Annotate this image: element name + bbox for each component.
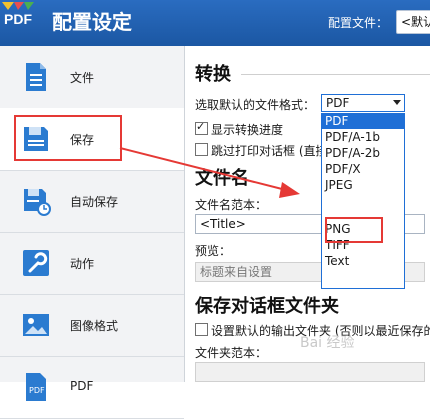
default-folder-checkbox[interactable] (195, 323, 208, 336)
profile-label: 配置文件： (328, 16, 389, 30)
logo-text: PDF (4, 11, 32, 27)
section-title-filename: 文件名 (195, 168, 249, 189)
title-bar: PDF 配置设定 配置文件： <默认 (0, 0, 430, 46)
folder-pattern-label: 文件夹范本： (195, 346, 268, 360)
dropdown-option[interactable]: PDF/A-2b (322, 146, 404, 161)
show-progress-label: 显示转换进度 (211, 123, 284, 137)
annotation-highlight-png (325, 217, 383, 243)
document-icon (20, 61, 52, 93)
sidebar-item-image-format[interactable]: 图像格式 (0, 294, 184, 357)
sidebar-item-label: 自动保存 (70, 195, 119, 209)
dropdown-option[interactable]: PDF (322, 114, 404, 129)
section-divider (241, 74, 430, 75)
format-dropdown-list: PDF PDF/A-1b PDF/A-2b PDF/X JPEG PNG TIF… (321, 113, 405, 289)
sidebar-item-label: 文件 (70, 71, 95, 85)
dropdown-option[interactable]: PDF/A-1b (322, 130, 404, 145)
section-title-convert: 转换 (195, 64, 231, 85)
sidebar-item-auto-save[interactable]: 自动保存 (0, 170, 184, 233)
image-icon (20, 309, 52, 341)
sidebar-item-pdf[interactable]: PDF PDF (0, 356, 184, 419)
chevron-down-icon[interactable] (393, 100, 401, 105)
skip-print-checkbox[interactable] (195, 143, 208, 156)
format-label: 选取默认的文件格式： (195, 98, 316, 112)
format-select-value: PDF (326, 96, 350, 110)
folder-pattern-input[interactable] (195, 362, 425, 382)
annotation-highlight-save (14, 115, 122, 161)
sidebar-item-document[interactable]: 文件 (0, 46, 184, 109)
pdf-icon: PDF (20, 371, 52, 403)
profile-select[interactable]: <默认 (396, 10, 430, 34)
dropdown-option[interactable]: PDF/X (322, 162, 404, 177)
section-title-save-dialog: 保存对话框文件夹 (195, 296, 339, 317)
wrench-icon (20, 247, 52, 279)
sidebar-item-label: PDF (70, 379, 94, 393)
window-title: 配置设定 (52, 10, 132, 34)
sidebar-item-actions[interactable]: 动作 (0, 232, 184, 295)
watermark: Bai 经验 (300, 335, 355, 351)
sidebar-item-label: 动作 (70, 257, 95, 271)
sidebar-item-label: 图像格式 (70, 319, 119, 333)
dropdown-option[interactable]: JPEG (322, 178, 404, 193)
sidebar: 文件 保存 自动保存 动作 图像格式 PDF PDF (0, 46, 185, 419)
format-select[interactable]: PDF (321, 94, 405, 112)
svg-text:PDF: PDF (29, 386, 45, 395)
auto-save-icon (20, 185, 52, 217)
dropdown-option[interactable]: Text (322, 254, 404, 269)
app-logo-icon: PDF (0, 0, 44, 46)
skip-print-label: 跳过打印对话框 (直接 (211, 144, 328, 158)
preview-label: 预览： (195, 244, 232, 258)
show-progress-checkbox[interactable] (195, 120, 208, 135)
filename-pattern-label: 文件名范本： (195, 198, 268, 212)
